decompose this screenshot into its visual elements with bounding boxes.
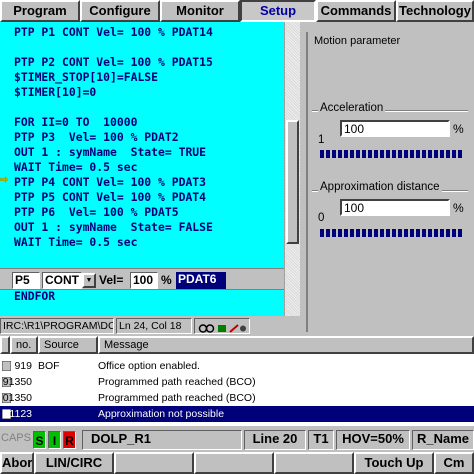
message-text: Programmed path reached (BCO) (98, 376, 256, 388)
softkey-empty-3[interactable] (114, 452, 194, 474)
message-text: Programmed path reached (BCO) (98, 392, 256, 404)
point-name-field[interactable]: P5 (12, 272, 40, 289)
menu-commands[interactable]: Commands (316, 0, 396, 22)
message-text: Office option enabled. (98, 360, 200, 372)
program-name: DOLP_R1 (82, 430, 242, 450)
abort-button[interactable]: Abort (0, 452, 34, 474)
message-text: Approximation not possible (98, 408, 225, 420)
hov-indicator: HOV=50% (336, 430, 410, 450)
acceleration-label: Acceleration (318, 102, 386, 114)
approximation-label: Approximation distance (318, 181, 442, 193)
editor-scrollbar[interactable] (284, 22, 300, 316)
program-path: IRC:\R1\PROGRAM\DC (0, 318, 114, 334)
tool-indicator: T1 (308, 430, 334, 450)
message-no: 01350 (2, 392, 32, 404)
scrollbar-thumb[interactable] (286, 120, 299, 244)
chevron-down-icon[interactable]: ▼ (82, 273, 96, 288)
softkey-empty-5[interactable] (274, 452, 354, 474)
menu-monitor[interactable]: Monitor (160, 0, 240, 22)
acceleration-slider[interactable] (320, 150, 462, 158)
approximation-slider[interactable] (320, 229, 462, 237)
code-line[interactable]: PTP P2 CONT Vel= 100 % PDAT15 (14, 55, 213, 70)
cmd-button[interactable]: Cm (434, 452, 474, 474)
inline-form: P5 CONT ▼ Vel= 100 % PDAT6 (0, 268, 284, 290)
motion-type-select[interactable]: CONT (42, 272, 82, 289)
code-line[interactable]: FOR II=0 TO 10000 (14, 115, 137, 130)
current-line-arrow-icon: ⇨ (0, 172, 8, 187)
lin-circ-button[interactable]: LIN/CIRC (34, 452, 114, 474)
vel-field[interactable]: 100 (130, 272, 158, 289)
message-row[interactable]: 91350 Programmed path reached (BCO) (0, 374, 474, 390)
code-line[interactable]: PTP P3 Vel= 100 % PDAT2 (14, 130, 179, 145)
code-line[interactable]: WAIT Time= 0.5 sec (14, 235, 137, 250)
code-line[interactable]: $TIMER_STOP[10]=FALSE (14, 70, 158, 85)
robot-name: R_Name (412, 430, 474, 450)
message-row[interactable]: 01350 Programmed path reached (BCO) (0, 390, 474, 406)
acceleration-unit: % (453, 122, 464, 136)
code-line[interactable]: PTP P1 CONT Vel= 100 % PDAT14 (14, 25, 213, 40)
code-line[interactable]: $TIMER[10]=0 (14, 85, 96, 100)
acceleration-min: 1 (318, 134, 325, 146)
line-indicator: Line 20 (244, 430, 306, 450)
col-source[interactable]: Source (38, 336, 98, 354)
approximation-unit: % (453, 201, 464, 215)
touch-up-button[interactable]: Touch Up (354, 452, 434, 474)
code-line[interactable]: WAIT Time= 0.5 sec (14, 160, 137, 175)
status-icons (198, 324, 246, 333)
cursor-position: Ln 24, Col 18 (116, 318, 192, 334)
code-line-current[interactable]: PTP P4 CONT Vel= 100 % PDAT3 (14, 175, 207, 190)
acceleration-field[interactable]: 100 (340, 120, 450, 137)
message-header: no. Source Message (0, 336, 474, 354)
col-icon[interactable] (0, 336, 10, 354)
menu-setup[interactable]: Setup (240, 0, 316, 22)
code-line[interactable]: ENDFOR (14, 289, 55, 304)
message-window: no. Source Message 919 BOF Office option e… (0, 336, 474, 426)
system-status-bar: CAPS S I R DOLP_R1 Line 20 T1 HOV=50% R_… (0, 428, 474, 452)
col-no[interactable]: no. (10, 336, 38, 354)
softkey-bar: Abort LIN/CIRC Touch Up Cm (0, 452, 474, 474)
message-no: 919 (14, 360, 32, 372)
editor-status-line: IRC:\R1\PROGRAM\DC Ln 24, Col 18 (0, 316, 300, 336)
vel-label: Vel= (99, 273, 124, 287)
message-row[interactable]: 919 BOF Office option enabled. (0, 358, 474, 374)
approximation-field[interactable]: 100 (340, 199, 450, 216)
menu-program[interactable]: Program (0, 0, 80, 22)
s-indicator: S (33, 431, 46, 449)
code-line[interactable]: OUT 1 : symName State= FALSE (14, 220, 213, 235)
col-message[interactable]: Message (98, 336, 474, 354)
menu-bar: Program Configure Monitor Setup Commands… (0, 0, 474, 22)
caps-indicator: CAPS (1, 432, 31, 444)
r-indicator: R (63, 431, 76, 449)
code-line[interactable]: PTP P5 CONT Vel= 100 % PDAT4 (14, 190, 206, 205)
motion-parameter-title: Motion parameter (314, 35, 401, 47)
message-no: 91350 (2, 376, 32, 388)
vel-unit: % (161, 273, 172, 287)
softkey-empty-4[interactable] (194, 452, 274, 474)
approximation-min: 0 (318, 212, 325, 224)
editor-icons (194, 318, 250, 334)
message-source: BOF (38, 360, 60, 372)
menu-technology[interactable]: Technology (396, 0, 474, 22)
code-line[interactable]: PTP P6 Vel= 100 % PDAT5 (14, 205, 179, 220)
message-row[interactable]: 01123 Approximation not possible (0, 406, 474, 422)
program-editor[interactable]: PTP P1 CONT Vel= 100 % PDAT14 PTP P2 CONT… (0, 22, 300, 316)
code-line[interactable]: OUT 1 : symName State= TRUE (14, 145, 206, 160)
message-no: 01123 (3, 408, 32, 420)
panel-divider (306, 32, 308, 332)
motion-parameter-panel: Motion parameter Acceleration 1 100 % Ap… (300, 22, 474, 336)
pdat-field[interactable]: PDAT6 (176, 272, 226, 289)
menu-configure[interactable]: Configure (80, 0, 160, 22)
i-indicator: I (48, 431, 61, 449)
